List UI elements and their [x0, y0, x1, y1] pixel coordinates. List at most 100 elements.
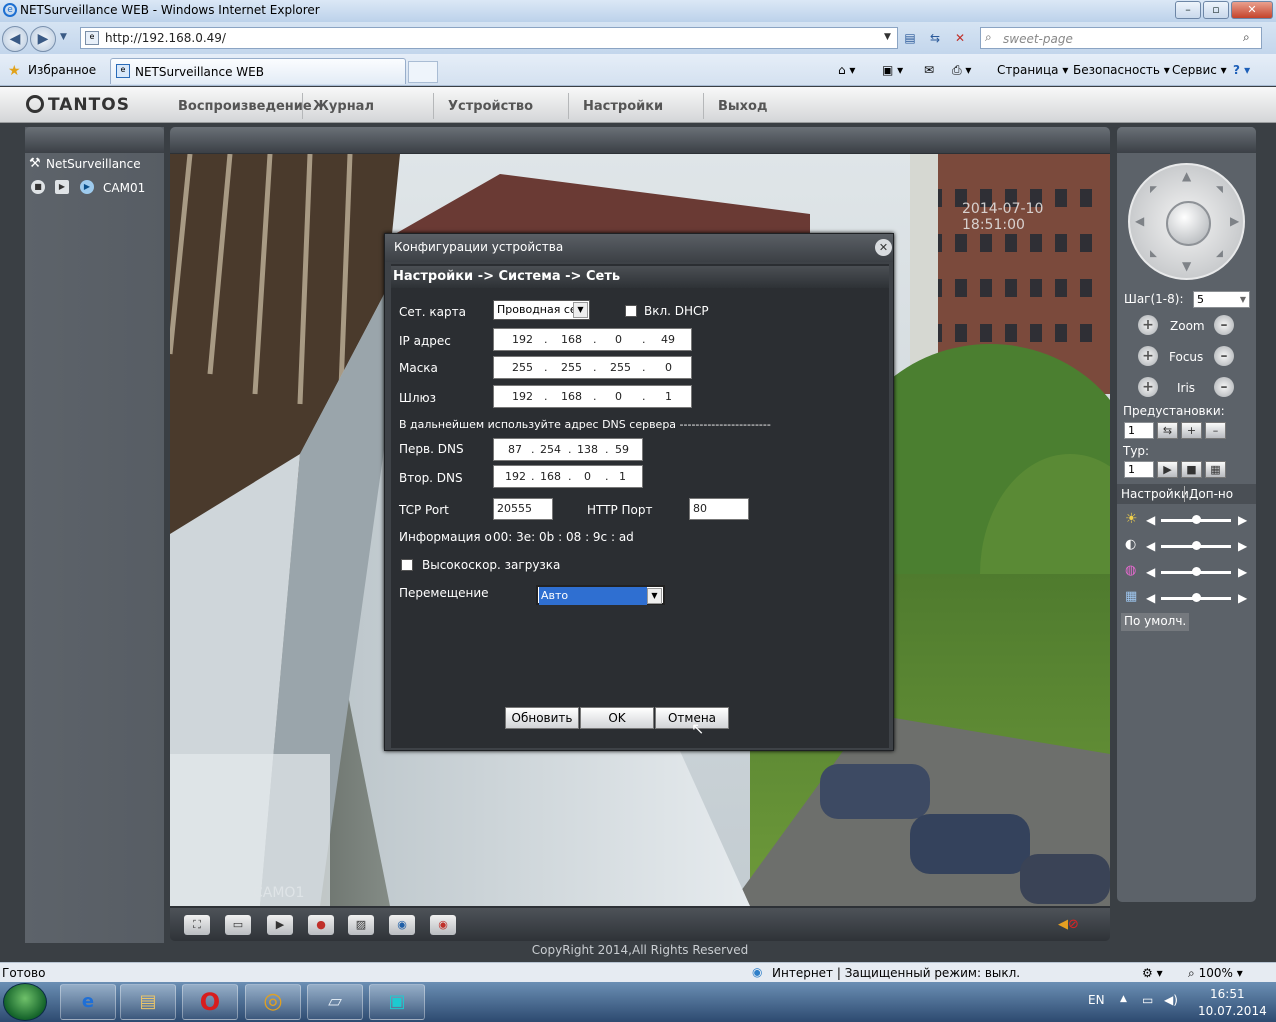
- ptz-up-arrow-icon[interactable]: ▲: [1182, 169, 1191, 183]
- opera-taskbar-icon[interactable]: O: [182, 984, 238, 1020]
- preset-goto-icon[interactable]: ⇆: [1157, 422, 1178, 439]
- preset-add-icon[interactable]: +: [1181, 422, 1202, 439]
- favorites-star-icon[interactable]: ★: [8, 63, 21, 79]
- chrome-taskbar-icon[interactable]: ◎: [245, 984, 301, 1020]
- ptz-downleft-arrow-icon[interactable]: ◣: [1150, 249, 1157, 259]
- search-go-icon[interactable]: ⌕: [1243, 30, 1250, 45]
- clock-time[interactable]: 16:51: [1210, 987, 1245, 1001]
- favorites-button[interactable]: Избранное: [28, 63, 96, 77]
- speaker-muted-icon[interactable]: ◀⊘: [1058, 917, 1079, 932]
- mail-icon[interactable]: ✉: [924, 63, 934, 77]
- brightness-increase[interactable]: ▶: [1238, 513, 1247, 527]
- url-dropdown-icon[interactable]: ▼: [884, 32, 891, 42]
- clock-date[interactable]: 10.07.2014: [1198, 1004, 1267, 1018]
- menu-settings[interactable]: Настройки: [583, 99, 663, 114]
- history-dropdown-icon[interactable]: ▼: [60, 32, 67, 42]
- menu-playback[interactable]: Воспроизведение: [178, 99, 312, 114]
- stop-icon[interactable]: ✕: [950, 28, 970, 48]
- print-icon[interactable]: ⎙ ▾: [952, 63, 971, 78]
- ok-button[interactable]: OK: [580, 707, 654, 729]
- transfer-select[interactable]: Авто ▼: [536, 585, 665, 605]
- volume-icon[interactable]: ◀): [1164, 993, 1178, 1007]
- home-icon[interactable]: ⌂ ▾: [838, 63, 855, 77]
- single-view-icon[interactable]: ▭: [225, 915, 251, 935]
- new-tab-button[interactable]: [408, 61, 438, 83]
- tray-expand-icon[interactable]: ▲: [1120, 994, 1127, 1004]
- record-start-icon[interactable]: ◉: [389, 915, 415, 935]
- step-select[interactable]: 5 ▼: [1193, 291, 1250, 308]
- dns2-field[interactable]: 192. 168. 0. 1: [493, 465, 643, 488]
- zoom-level[interactable]: ⌕ 100% ▾: [1188, 966, 1243, 981]
- record-camera-icon[interactable]: ▶: [80, 180, 94, 194]
- refresh-button[interactable]: Обновить: [505, 707, 579, 729]
- brightness-decrease[interactable]: ◀: [1146, 513, 1155, 527]
- url-field[interactable]: e http://192.168.0.49/ ▼: [80, 27, 898, 49]
- explorer-taskbar-icon[interactable]: ▤: [120, 984, 176, 1020]
- tour-play-icon[interactable]: ▶: [1157, 461, 1178, 478]
- ptz-center-button[interactable]: [1166, 201, 1211, 246]
- record-stop-icon[interactable]: ◉: [430, 915, 456, 935]
- menu-exit[interactable]: Выход: [718, 99, 767, 114]
- fullscreen-icon[interactable]: ⛶: [184, 915, 210, 935]
- network-icon[interactable]: ▭: [1142, 993, 1153, 1007]
- browser-tab[interactable]: e NETSurveillance WEB: [110, 58, 406, 84]
- hue-increase[interactable]: ▶: [1238, 591, 1247, 605]
- help-icon[interactable]: ? ▾: [1233, 63, 1250, 77]
- tour-grid-icon[interactable]: ▦: [1205, 461, 1226, 478]
- ip-address-field[interactable]: 192. 168. 0. 49: [493, 328, 692, 351]
- saturation-slider-knob[interactable]: [1192, 567, 1201, 576]
- zoom-out-button[interactable]: –: [1214, 315, 1234, 335]
- default-button[interactable]: По умолч.: [1121, 613, 1190, 631]
- back-button[interactable]: ◀: [2, 26, 28, 52]
- contrast-slider-knob[interactable]: [1192, 541, 1201, 550]
- brightness-slider-knob[interactable]: [1192, 515, 1201, 524]
- ptz-left-arrow-icon[interactable]: ◀: [1135, 214, 1144, 228]
- snapshot-icon[interactable]: ▨: [348, 915, 374, 935]
- tour-input[interactable]: 1: [1124, 461, 1154, 478]
- dialog-close-icon[interactable]: ✕: [875, 239, 892, 256]
- hue-decrease[interactable]: ◀: [1146, 591, 1155, 605]
- iris-open-button[interactable]: +: [1138, 377, 1158, 397]
- iris-close-button[interactable]: –: [1214, 377, 1234, 397]
- tools-menu[interactable]: Сервис ▾: [1172, 63, 1227, 77]
- contrast-decrease[interactable]: ◀: [1146, 539, 1155, 553]
- play-camera-icon[interactable]: ▶: [55, 180, 69, 194]
- ptz-upright-arrow-icon[interactable]: ◥: [1216, 185, 1223, 195]
- tour-stop-icon[interactable]: ■: [1181, 461, 1202, 478]
- focus-far-button[interactable]: –: [1214, 346, 1234, 366]
- play-all-icon[interactable]: ▶: [267, 915, 293, 935]
- camera-item[interactable]: CAM01: [103, 181, 145, 195]
- start-button[interactable]: [3, 983, 47, 1021]
- security-menu[interactable]: Безопасность ▾: [1073, 63, 1170, 77]
- search-input[interactable]: ⌕ sweet-page ⌕: [980, 27, 1262, 49]
- close-window-button[interactable]: ✕: [1231, 1, 1273, 19]
- saturation-increase[interactable]: ▶: [1238, 565, 1247, 579]
- dhcp-checkbox[interactable]: [625, 305, 637, 317]
- forward-button[interactable]: ▶: [30, 26, 56, 52]
- http-port-field[interactable]: 80: [689, 498, 749, 520]
- saturation-decrease[interactable]: ◀: [1146, 565, 1155, 579]
- notepad-taskbar-icon[interactable]: ▱: [307, 984, 363, 1020]
- ptz-right-arrow-icon[interactable]: ▶: [1230, 214, 1239, 228]
- subnet-mask-field[interactable]: 255. 255. 255. 0: [493, 356, 692, 379]
- tab-image-extra[interactable]: Доп-но: [1189, 487, 1233, 501]
- contrast-increase[interactable]: ▶: [1238, 539, 1247, 553]
- app-taskbar-icon[interactable]: ▣: [369, 984, 425, 1020]
- menu-device[interactable]: Устройство: [448, 99, 533, 114]
- hue-slider-knob[interactable]: [1192, 593, 1201, 602]
- compat-view-icon[interactable]: ▤: [900, 28, 920, 48]
- ptz-downright-arrow-icon[interactable]: ◢: [1216, 249, 1223, 259]
- page-menu[interactable]: Страница ▾: [997, 63, 1068, 77]
- menu-log[interactable]: Журнал: [313, 99, 374, 114]
- stop-all-icon[interactable]: ●: [308, 915, 334, 935]
- language-indicator[interactable]: EN: [1088, 993, 1105, 1007]
- ptz-down-arrow-icon[interactable]: ▼: [1182, 259, 1191, 273]
- minimize-button[interactable]: –: [1175, 1, 1201, 19]
- zoom-in-button[interactable]: +: [1138, 315, 1158, 335]
- preset-remove-icon[interactable]: –: [1205, 422, 1226, 439]
- tree-root[interactable]: NetSurveillance: [46, 157, 141, 171]
- ptz-upleft-arrow-icon[interactable]: ◤: [1150, 185, 1157, 195]
- protected-mode-icon[interactable]: ⚙ ▾: [1142, 966, 1163, 980]
- stop-camera-icon[interactable]: ■: [31, 180, 45, 194]
- rss-icon[interactable]: ▣ ▾: [882, 63, 903, 77]
